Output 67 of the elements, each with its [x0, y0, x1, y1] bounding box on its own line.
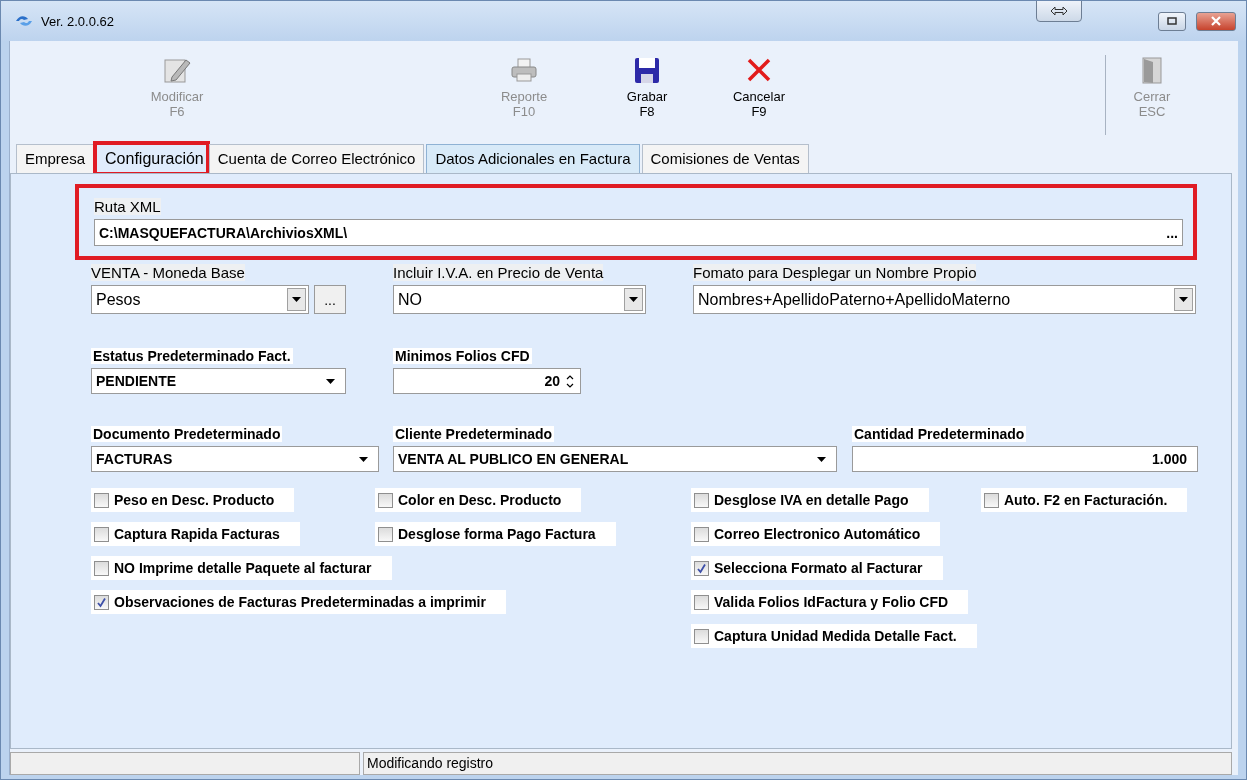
dropdown-arrow-icon: [817, 456, 826, 462]
dropdown-field[interactable]: FACTURAS: [91, 446, 379, 472]
field-label: Cantidad Predeterminado: [852, 426, 1027, 442]
resize-button[interactable]: [1036, 1, 1082, 22]
dropdown-field[interactable]: VENTA AL PUBLICO EN GENERAL: [393, 446, 837, 472]
checkbox[interactable]: [94, 492, 109, 508]
dropdown-arrow-icon: [326, 378, 335, 384]
dropdown-field[interactable]: Pesos: [91, 285, 309, 314]
field-label: VENTA - Moneda Base: [91, 264, 245, 281]
checkbox[interactable]: [984, 492, 999, 508]
checkbox-option[interactable]: NO Imprime detalle Paquete al facturar: [91, 556, 392, 580]
field-label: Fomato para Desplegar un Nombre Propio: [693, 264, 977, 281]
restore-icon: [1167, 17, 1177, 25]
dropdown-field[interactable]: NO: [393, 285, 646, 314]
app-logo-icon: [15, 14, 33, 28]
toolbar-button[interactable]: Cancelar F9: [719, 55, 799, 119]
checkbox-option[interactable]: Observaciones de Facturas Predeterminadas a imprimir: [91, 590, 506, 614]
restore-button[interactable]: [1158, 11, 1186, 31]
tab[interactable]: Configuración: [96, 144, 207, 173]
field-label: Minimos Folios CFD: [393, 348, 532, 364]
dropdown-arrow-icon: [359, 456, 368, 462]
dropdown-field[interactable]: Nombres+ApellidoPaterno+ApellidoMaterno: [693, 285, 1196, 314]
field-label: Estatus Predeterminado Fact.: [91, 348, 293, 364]
checkbox[interactable]: [94, 526, 109, 542]
dropdown-arrow-icon: [292, 297, 301, 302]
tab[interactable]: Datos Adicionales en Factura: [426, 144, 640, 173]
checkbox-option[interactable]: Correo Electronico Automático: [691, 522, 941, 546]
checkbox[interactable]: [378, 526, 393, 542]
checkbox-option[interactable]: Captura Unidad Medida Detalle Fact.: [691, 624, 977, 648]
printer-icon: [509, 55, 539, 85]
field-label: Cliente Predeterminado: [393, 426, 555, 442]
checkbox[interactable]: [694, 628, 709, 644]
checkbox[interactable]: [94, 560, 109, 576]
checkbox[interactable]: [694, 526, 709, 542]
tab[interactable]: Comisiones de Ventas: [641, 144, 809, 173]
path-field[interactable]: C:\MASQUEFACTURA\ArchiviosXML\ ...: [94, 219, 1183, 246]
checkbox-option[interactable]: Captura Rapida Facturas: [91, 522, 300, 546]
number-field[interactable]: 1.000: [852, 446, 1198, 472]
dropdown-arrow-icon: [629, 297, 638, 302]
checkbox[interactable]: [378, 492, 393, 508]
number-spinner[interactable]: 20: [393, 368, 581, 394]
checkbox-option[interactable]: Peso en Desc. Producto: [91, 488, 295, 512]
browse-button[interactable]: ...: [314, 285, 346, 314]
tab[interactable]: Empresa: [16, 144, 95, 173]
status-message: Modificando registro: [363, 752, 1232, 775]
close-icon: [1210, 16, 1222, 26]
checkbox[interactable]: [694, 492, 709, 508]
checkbox-option[interactable]: Auto. F2 en Facturación.: [981, 488, 1188, 512]
checkbox-option[interactable]: Color en Desc. Producto: [375, 488, 582, 512]
field-label: Documento Predeterminado: [91, 426, 283, 442]
close-button[interactable]: [1196, 11, 1236, 31]
dropdown-arrow-icon: [1179, 297, 1188, 302]
window-title: Ver. 2.0.0.62: [41, 13, 114, 29]
double-arrow-icon: [1050, 6, 1068, 16]
spinner-arrows-icon: [566, 374, 574, 388]
checkbox-option[interactable]: Desglose forma Pago Factura: [375, 522, 616, 546]
dropdown-field[interactable]: PENDIENTE: [91, 368, 346, 394]
field-label: Incluir I.V.A. en Precio de Venta: [393, 264, 604, 281]
checkbox-option[interactable]: Selecciona Formato al Facturar: [691, 556, 943, 580]
checkbox[interactable]: [94, 594, 109, 610]
toolbar-button[interactable]: Grabar F8: [607, 55, 687, 119]
checkbox[interactable]: [694, 560, 709, 576]
checkbox[interactable]: [694, 594, 709, 610]
field-label: Ruta XML: [94, 198, 161, 215]
checkbox-option[interactable]: Valida Folios IdFactura y Folio CFD: [691, 590, 969, 614]
tab[interactable]: Cuenta de Correo Electrónico: [208, 144, 425, 173]
checkbox-option[interactable]: Desglose IVA en detalle Pago: [691, 488, 929, 512]
